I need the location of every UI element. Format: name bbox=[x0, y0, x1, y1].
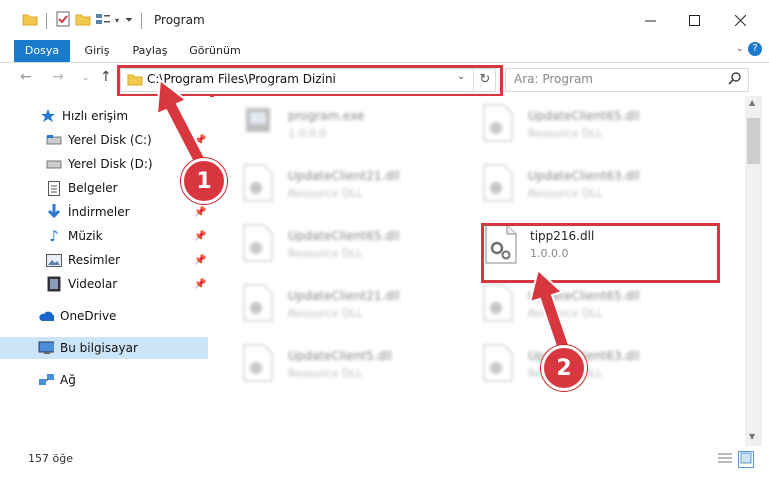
callout-step-1: 1 bbox=[181, 158, 227, 204]
arrow-2 bbox=[528, 268, 571, 351]
annotation-arrows bbox=[155, 78, 571, 351]
arrow-1 bbox=[155, 78, 207, 166]
callout-step-2: 2 bbox=[541, 345, 587, 391]
